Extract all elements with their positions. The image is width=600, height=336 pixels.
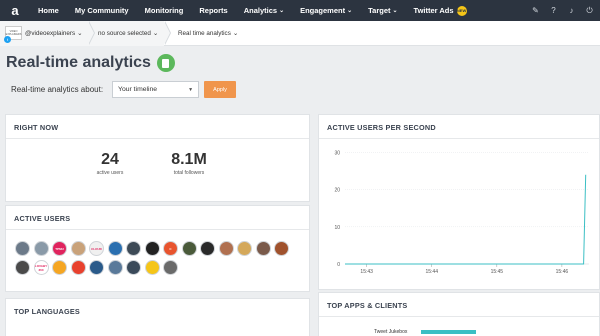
user-avatar[interactable]: [33, 241, 49, 256]
nav-item-label: Reports: [199, 6, 228, 15]
active-per-second-card: ACTIVE USERS PER SECOND 0 10 20 30 15:43 15:4…: [318, 114, 600, 290]
page-title-text: Real-time analytics: [6, 54, 151, 71]
about-row: Real-time analytics about: Your timeline…: [11, 81, 237, 98]
x-tick-label: 15:45: [491, 269, 504, 275]
app-label: Tweet Jukebox: [374, 329, 408, 335]
user-avatar[interactable]: [15, 241, 30, 256]
nav-item-target[interactable]: Target ⌄: [360, 0, 405, 21]
current-view-label: Real time analytics: [178, 29, 231, 37]
followers-stat: 8.1M total followers: [149, 151, 229, 176]
user-avatar[interactable]: [200, 241, 215, 256]
breadcrumb: VIDEO EXPLAINERS t @videoexplainers ⌄ no…: [0, 20, 600, 46]
timeline-select-value: Your timeline: [118, 86, 158, 93]
bell-icon[interactable]: ♪: [567, 6, 576, 15]
account-selector[interactable]: VIDEO EXPLAINERS t @videoexplainers ⌄: [0, 20, 95, 46]
apply-button[interactable]: Apply: [204, 81, 237, 98]
twitter-icon: t: [4, 36, 11, 43]
user-avatar[interactable]: [144, 260, 160, 275]
user-avatar[interactable]: [163, 260, 178, 275]
nav-item-monitoring[interactable]: Monitoring: [137, 0, 192, 21]
nav-icons: ✎ ? ♪ ⏻: [531, 0, 594, 21]
chevron-down-icon: ⌄: [392, 8, 398, 14]
x-tick-label: 15:43: [360, 269, 373, 275]
active-users-stat: 24 active users: [70, 151, 150, 176]
nav-item-engagement[interactable]: Engagement ⌄: [292, 0, 360, 21]
user-avatar[interactable]: [218, 241, 234, 256]
about-label: Real-time analytics about:: [11, 85, 104, 94]
user-avatar[interactable]: [126, 241, 141, 256]
timeline-select[interactable]: Your timeline ▼: [112, 81, 200, 98]
user-avatar[interactable]: C: [163, 241, 178, 256]
user-avatar[interactable]: [274, 241, 289, 256]
nav-item-label: Home: [38, 6, 59, 15]
new-badge: NEW: [456, 5, 467, 16]
nav-item-label: Monitoring: [144, 6, 184, 15]
user-avatar[interactable]: [107, 241, 123, 256]
user-avatar[interactable]: [89, 260, 104, 275]
account-handle: @videoexplainers: [25, 29, 76, 37]
chevron-down-icon: ⌄: [152, 29, 159, 37]
pen-icon[interactable]: ✎: [531, 6, 540, 15]
app-bar: [421, 330, 476, 334]
nav-item-my-community[interactable]: My Community: [67, 0, 137, 21]
nav-item-label: My Community: [74, 6, 129, 15]
user-avatar[interactable]: [70, 241, 86, 256]
followers-value: 8.1M: [171, 151, 207, 168]
user-avatar[interactable]: [70, 260, 86, 275]
x-tick-label: 15:46: [556, 269, 569, 275]
top-languages-card: TOP LANGUAGES: [5, 298, 310, 336]
app-logo[interactable]: a: [0, 0, 30, 21]
nav-item-analytics[interactable]: Analytics ⌄: [236, 0, 292, 21]
current-view-selector[interactable]: Real time analytics ⌄: [164, 21, 238, 46]
top-apps-card: TOP APPS & CLIENTS Tweet Jukebox: [318, 292, 600, 336]
user-avatar[interactable]: [237, 241, 252, 256]
user-avatar[interactable]: [126, 260, 141, 275]
chevron-down-icon: ⌄: [279, 8, 285, 14]
top-nav: a Home My Community Monitoring Reports Analy…: [0, 0, 600, 21]
active-users-value: 24: [101, 151, 119, 168]
series-line: [345, 174, 587, 265]
user-avatar[interactable]: [255, 241, 271, 256]
active-users-label: active users: [96, 170, 124, 176]
source-label: no source selected: [98, 29, 151, 37]
user-avatar[interactable]: [144, 241, 160, 256]
nav-item-home[interactable]: Home: [30, 0, 67, 21]
page-title: Real-time analytics: [6, 54, 175, 72]
user-avatar[interactable]: [181, 241, 197, 256]
user-avatar[interactable]: [107, 260, 123, 275]
y-tick-label: 0: [337, 262, 340, 268]
card-title: RIGHT NOW: [14, 123, 59, 132]
user-avatar[interactable]: [15, 260, 30, 275]
x-tick-label: 15:44: [425, 269, 438, 275]
card-title: TOP APPS & CLIENTS: [327, 301, 408, 310]
y-tick-label: 20: [334, 188, 340, 194]
nav-menu: Home My Community Monitoring Reports Analyti…: [30, 0, 475, 21]
followers-label: total followers: [173, 170, 205, 176]
source-selector[interactable]: no source selected ⌄: [88, 20, 171, 46]
user-avatar[interactable]: CLOUD: [89, 241, 104, 256]
account-avatar: VIDEO EXPLAINERS t: [4, 26, 22, 43]
nav-item-label: Target: [368, 6, 391, 15]
user-avatar[interactable]: TPMU: [52, 241, 67, 256]
chevron-down-icon: ⌄: [77, 29, 83, 37]
user-avatar[interactable]: LOVABY 360: [33, 260, 49, 275]
nav-item-label: Twitter Ads: [413, 6, 454, 15]
y-tick-label: 10: [334, 225, 340, 231]
nav-item-reports[interactable]: Reports: [191, 0, 235, 21]
active-users-chart: 0 10 20 30 15:43 15:44 15:45 15:46: [334, 150, 589, 275]
card-title: TOP LANGUAGES: [14, 307, 80, 316]
caret-down-icon: ▼: [188, 87, 194, 93]
chevron-down-icon: ⌄: [347, 8, 353, 14]
nav-item-label: Engagement: [300, 6, 346, 15]
help-icon[interactable]: ?: [549, 6, 558, 15]
card-title: ACTIVE USERS: [14, 214, 71, 223]
nav-item-label: Analytics: [243, 6, 278, 15]
power-icon[interactable]: ⏻: [585, 6, 594, 16]
chevron-down-icon: ⌄: [232, 29, 239, 37]
nav-item-twitter-ads[interactable]: Twitter Ads NEW: [406, 0, 475, 21]
book-icon[interactable]: [156, 54, 175, 72]
user-avatar[interactable]: [52, 260, 67, 275]
right-now-card: RIGHT NOW 24 active users 8.1M total fol…: [5, 114, 310, 202]
y-tick-label: 30: [334, 150, 340, 156]
